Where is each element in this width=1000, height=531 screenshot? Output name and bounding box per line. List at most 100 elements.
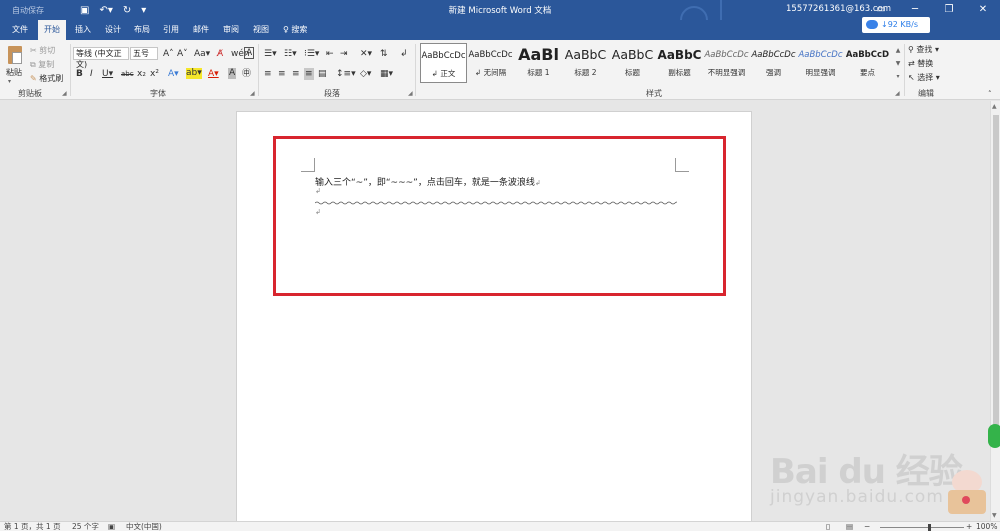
- underline-icon[interactable]: U▾: [102, 68, 113, 80]
- proofing-icon[interactable]: ▣: [108, 522, 115, 531]
- character-shading-icon[interactable]: A: [228, 68, 237, 79]
- expand-gallery-icon[interactable]: ▾: [894, 70, 902, 83]
- zoom-level[interactable]: 100%: [976, 522, 997, 531]
- italic-icon[interactable]: I: [90, 68, 93, 80]
- superscript-icon[interactable]: x²: [150, 68, 159, 80]
- tab-design[interactable]: 设计: [99, 20, 127, 40]
- enclose-characters-icon[interactable]: ㊥: [242, 68, 251, 80]
- strikethrough-icon[interactable]: abc: [121, 68, 134, 80]
- language-indicator[interactable]: 中文(中国): [126, 522, 162, 531]
- style-normal[interactable]: AaBbCcDc ↲ 正文: [420, 43, 467, 83]
- style-name: ↲ 无间隔: [474, 68, 507, 77]
- style-sample: AaBl: [518, 45, 559, 64]
- font-name-select[interactable]: 等线 (中文正文): [73, 47, 129, 69]
- sort-icon[interactable]: ⇅: [380, 48, 388, 60]
- align-center-icon[interactable]: ≡: [278, 68, 286, 80]
- character-border-icon[interactable]: A: [244, 47, 255, 59]
- justify-icon[interactable]: ≡: [304, 68, 314, 80]
- style-intense-emphasis[interactable]: AaBbCcDc 明显强调: [797, 43, 844, 83]
- change-case-icon[interactable]: Aa▾: [194, 48, 210, 60]
- clear-formatting-icon[interactable]: A̸: [217, 48, 223, 60]
- cursor-icon: ↖: [908, 73, 918, 82]
- grow-font-icon[interactable]: A˄: [163, 48, 174, 60]
- tab-review[interactable]: 审阅: [217, 20, 245, 40]
- replace-button[interactable]: ⇄ 替换: [908, 58, 933, 69]
- font-color-icon[interactable]: A▾: [208, 68, 219, 80]
- paragraph-launcher-icon[interactable]: ◢: [408, 90, 413, 97]
- style-heading-1[interactable]: AaBl 标题 1: [515, 43, 562, 83]
- paste-button[interactable]: 粘贴: [6, 67, 22, 78]
- maximize-icon[interactable]: ❐: [932, 0, 966, 20]
- style-sample: AaBbCcD: [845, 50, 890, 60]
- zoom-slider-knob[interactable]: [928, 524, 931, 531]
- scroll-down-arrow-icon[interactable]: ▼: [992, 512, 997, 519]
- scroll-thumb[interactable]: [993, 115, 999, 435]
- paste-dropdown-icon[interactable]: ▾: [8, 78, 11, 85]
- tell-me-search[interactable]: ♀ 搜索: [283, 20, 307, 40]
- page-count[interactable]: 第 1 页，共 1 页: [4, 522, 61, 531]
- paste-icon[interactable]: [6, 44, 24, 66]
- numbering-icon[interactable]: ☷▾: [284, 48, 297, 60]
- scroll-down-icon[interactable]: ▼: [894, 57, 902, 70]
- select-button[interactable]: ↖ 选择 ▾: [908, 72, 940, 83]
- tab-file[interactable]: 文件: [6, 20, 34, 40]
- zoom-slider[interactable]: [880, 527, 964, 528]
- borders-icon[interactable]: ▦▾: [380, 68, 393, 80]
- tab-mailings[interactable]: 邮件: [187, 20, 215, 40]
- style-name: 标题: [625, 68, 640, 77]
- cut-button[interactable]: ✂ 剪切: [30, 45, 55, 56]
- print-layout-icon[interactable]: ▤: [846, 522, 853, 531]
- shrink-font-icon[interactable]: A˅: [177, 48, 188, 60]
- bold-icon[interactable]: B: [76, 68, 83, 80]
- format-painter-button[interactable]: ✎ 格式刷: [30, 73, 63, 84]
- zoom-in-icon[interactable]: +: [966, 522, 972, 531]
- scroll-up-arrow-icon[interactable]: ▲: [992, 103, 997, 110]
- style-heading-2[interactable]: AaBbC 标题 2: [562, 43, 609, 83]
- collapse-ribbon-icon[interactable]: ˄: [988, 90, 992, 98]
- distributed-icon[interactable]: ▤: [318, 68, 327, 80]
- style-title[interactable]: AaBbC 标题: [609, 43, 656, 83]
- shading-icon[interactable]: ◇▾: [360, 68, 371, 80]
- copy-button[interactable]: ⧉ 复制: [30, 59, 54, 70]
- tab-insert[interactable]: 插入: [69, 20, 97, 40]
- styles-launcher-icon[interactable]: ◢: [895, 90, 900, 97]
- bullets-icon[interactable]: ☰▾: [264, 48, 277, 60]
- tab-references[interactable]: 引用: [157, 20, 185, 40]
- styles-scroll[interactable]: ▲ ▼ ▾: [894, 44, 902, 84]
- multilevel-list-icon[interactable]: ⁝☰▾: [304, 48, 319, 60]
- close-icon[interactable]: ✕: [966, 0, 1000, 20]
- align-right-icon[interactable]: ≡: [292, 68, 300, 80]
- style-subtle-emphasis[interactable]: AaBbCcDc 不明显强调: [703, 43, 750, 83]
- style-name: 要点: [860, 68, 875, 77]
- replace-label: 替换: [917, 59, 934, 68]
- align-left-icon[interactable]: ≡: [264, 68, 272, 80]
- highlight-color-icon[interactable]: ab▾: [186, 68, 202, 79]
- tab-layout[interactable]: 布局: [128, 20, 156, 40]
- decrease-indent-icon[interactable]: ⇤: [326, 48, 334, 60]
- tab-view[interactable]: 视图: [247, 20, 275, 40]
- increase-indent-icon[interactable]: ⇥: [340, 48, 348, 60]
- style-emphasis[interactable]: AaBbCcDc 强调: [750, 43, 797, 83]
- zoom-out-icon[interactable]: −: [864, 522, 870, 531]
- style-strong[interactable]: AaBbCcD 要点: [844, 43, 891, 83]
- style-no-spacing[interactable]: AaBbCcDc ↲ 无间隔: [467, 43, 514, 83]
- find-button[interactable]: ⚲ 查找 ▾: [908, 44, 939, 55]
- editing-group-label: 编辑: [918, 89, 934, 98]
- subscript-icon[interactable]: x₂: [137, 68, 146, 80]
- style-subtitle[interactable]: AaBbC 副标题: [656, 43, 703, 83]
- show-marks-icon[interactable]: ↲: [400, 48, 408, 60]
- scroll-up-icon[interactable]: ▲: [894, 44, 902, 57]
- read-mode-icon[interactable]: ▯: [826, 522, 830, 531]
- text-effects-icon[interactable]: A▾: [168, 68, 179, 80]
- vertical-scrollbar[interactable]: ▲ ▼: [990, 101, 1000, 521]
- font-size-select[interactable]: 五号: [130, 47, 158, 60]
- line-spacing-icon[interactable]: ↕≡▾: [336, 68, 356, 80]
- font-launcher-icon[interactable]: ◢: [250, 90, 255, 97]
- chinese-layout-icon[interactable]: ✕▾: [360, 48, 372, 60]
- word-count[interactable]: 25 个字: [72, 522, 99, 531]
- red-highlight-box: [273, 136, 726, 296]
- tab-home[interactable]: 开始: [38, 20, 66, 40]
- clipboard-launcher-icon[interactable]: ◢: [62, 90, 67, 97]
- network-speed: 92 KB/s: [887, 20, 919, 29]
- floating-assistant-icon[interactable]: [988, 424, 1000, 448]
